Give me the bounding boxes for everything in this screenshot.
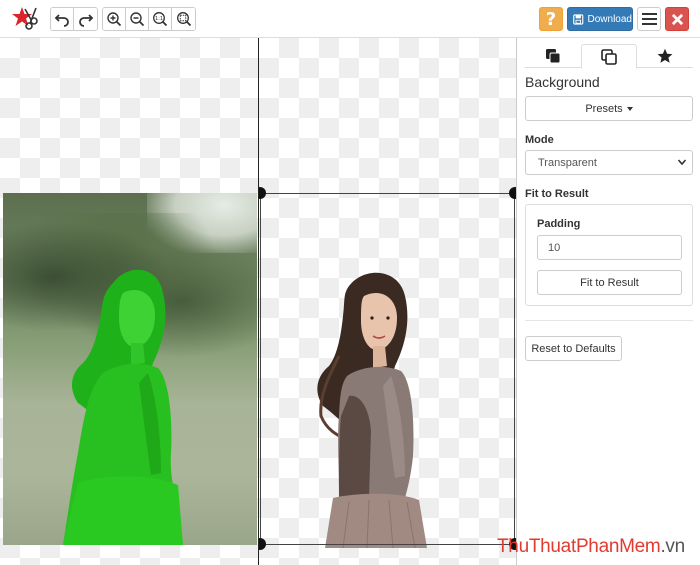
zoom-group: 1:1 (102, 7, 196, 31)
tab-layers[interactable] (525, 44, 581, 68)
caret-down-icon (626, 107, 633, 111)
close-button[interactable] (665, 7, 689, 31)
mode-select[interactable]: Transparent (525, 150, 693, 175)
menu-button[interactable] (637, 7, 661, 31)
original-view-canvas[interactable] (0, 38, 258, 565)
padding-label: Padding (537, 218, 581, 230)
zoom-out-icon (130, 12, 145, 27)
section-divider (525, 320, 693, 321)
result-view-canvas[interactable] (259, 38, 516, 565)
tab-favorites[interactable] (637, 44, 693, 68)
mode-value: Transparent (538, 156, 597, 169)
crop-handle-bottom-left[interactable] (259, 538, 266, 550)
undo-icon (54, 14, 69, 27)
download-button[interactable]: Download (567, 7, 633, 31)
watermark-logo: ThuThuatPhanMem.vn (497, 536, 685, 557)
reset-to-defaults-button[interactable]: Reset to Defaults (525, 336, 622, 361)
tab-background[interactable] (581, 44, 637, 69)
layers-icon (546, 49, 561, 64)
fit-to-result-button[interactable]: Fit to Result (537, 270, 682, 295)
help-icon: ? (545, 8, 557, 30)
presets-dropdown-button[interactable]: Presets (525, 96, 693, 121)
fit-to-result-label: Fit to Result (580, 276, 639, 289)
hamburger-icon (641, 13, 657, 15)
zoom-fit-button[interactable] (172, 8, 195, 30)
background-section-title: Background (525, 74, 600, 90)
app-logo-icon[interactable] (10, 4, 38, 32)
crop-frame[interactable] (260, 193, 515, 545)
zoom-fit-icon (176, 12, 191, 27)
svg-text:1:1: 1:1 (155, 16, 163, 22)
fit-to-result-box: Padding 10 Fit to Result (525, 204, 693, 306)
padding-input[interactable]: 10 (537, 235, 682, 260)
toolbar: 1:1 ? Download (0, 0, 700, 38)
download-label: Download (587, 13, 632, 25)
keep-mask (63, 269, 183, 545)
crop-handle-top-right[interactable] (509, 187, 516, 199)
copy-icon (601, 48, 617, 65)
presets-label: Presets (585, 102, 623, 115)
help-button[interactable]: ? (539, 7, 563, 31)
close-icon (671, 13, 683, 25)
zoom-in-button[interactable] (103, 8, 126, 30)
redo-icon (78, 14, 93, 27)
mode-label: Mode (525, 134, 554, 146)
history-group (50, 7, 98, 31)
save-icon (573, 13, 584, 25)
undo-button[interactable] (51, 8, 74, 30)
star-icon (657, 48, 673, 63)
zoom-actual-size-icon: 1:1 (153, 12, 168, 27)
original-photo (3, 193, 257, 545)
fit-section-title: Fit to Result (525, 188, 589, 200)
chevron-down-icon (677, 159, 687, 166)
padding-value: 10 (548, 241, 561, 254)
zoom-actual-size-button[interactable]: 1:1 (149, 8, 172, 30)
zoom-in-icon (107, 12, 122, 27)
reset-label: Reset to Defaults (531, 342, 616, 355)
redo-button[interactable] (74, 8, 97, 30)
settings-panel: Background Presets Mode Transparent Fit … (516, 38, 700, 565)
panel-tabs (525, 44, 693, 69)
zoom-out-button[interactable] (126, 8, 149, 30)
